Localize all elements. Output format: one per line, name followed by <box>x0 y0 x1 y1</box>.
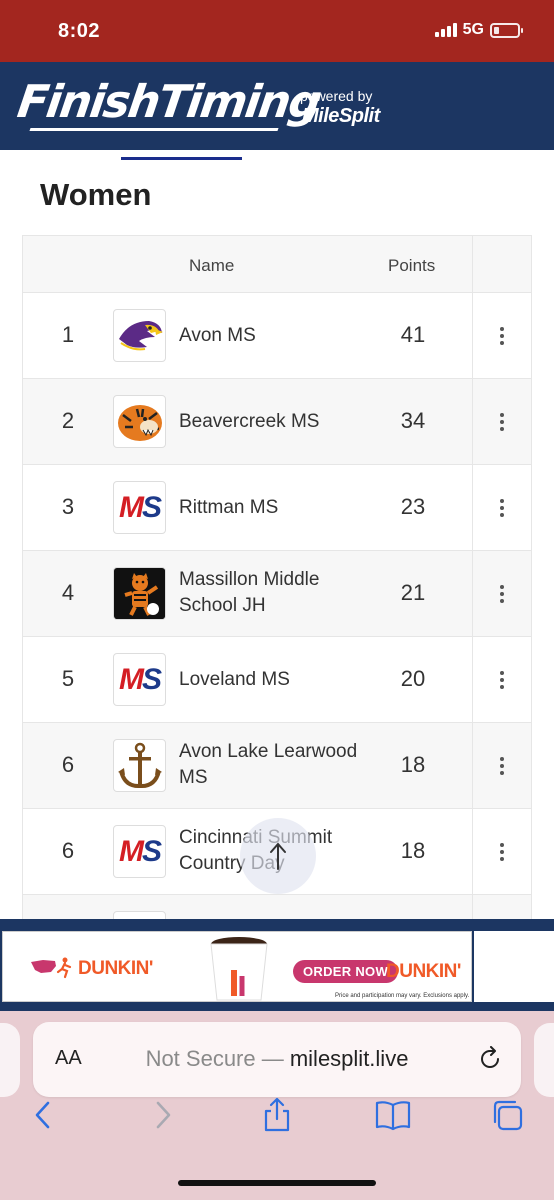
more-options-icon[interactable] <box>489 753 515 779</box>
team-name[interactable]: Rittman MS <box>179 495 369 521</box>
milesplit-logo[interactable]: MileSplit <box>302 105 380 128</box>
previous-tab-preview[interactable] <box>0 1023 20 1097</box>
standings-table: Name Points 1 Avon MS 41 2 Beavercreek M… <box>22 235 532 919</box>
table-row[interactable]: 5 MS Loveland MS 20 <box>23 637 531 723</box>
status-time: 8:02 <box>58 20 101 42</box>
site-header: FinishTiming powered by MileSplit <box>0 62 554 150</box>
points-cell: 18 <box>400 838 426 863</box>
table-row[interactable]: 4 Massillon Middle School JH 21 <box>23 551 531 637</box>
team-name[interactable]: Massillon Middle School JH <box>179 567 369 619</box>
more-options-icon[interactable] <box>489 495 515 521</box>
status-bar: 8:02 5G <box>0 0 554 62</box>
table-row[interactable]: 2 Beavercreek MS 34 <box>23 379 531 465</box>
status-indicators: 5G <box>434 21 523 39</box>
team-name[interactable]: Avon Lake Learwood MS <box>179 739 369 791</box>
bookmarks-icon[interactable] <box>375 1097 411 1133</box>
team-name[interactable]: Loveland MS <box>179 667 369 693</box>
tiger-mascot-logo <box>113 567 166 620</box>
rank-cell: 6 <box>61 838 75 863</box>
rank-cell: 1 <box>61 322 75 347</box>
dunkin-logo: DUNKIN' <box>78 958 153 979</box>
more-options-icon[interactable] <box>489 409 515 435</box>
column-header-name[interactable]: Name <box>189 256 234 276</box>
share-icon[interactable] <box>259 1097 295 1133</box>
usa-runner-icon <box>31 957 72 979</box>
rank-cell: 2 <box>61 408 75 433</box>
not-secure-label: Not Secure — <box>145 1046 290 1071</box>
dunkin-logo-secondary: DUNKIN' <box>386 961 461 982</box>
eagle-logo <box>113 309 166 362</box>
back-icon[interactable] <box>25 1097 61 1133</box>
forward-icon[interactable] <box>145 1097 181 1133</box>
points-cell: 34 <box>400 408 426 433</box>
points-cell: 41 <box>400 322 426 347</box>
team-logo-placeholder <box>113 911 166 919</box>
ad-side-panel <box>474 931 554 1002</box>
active-tab-indicator <box>121 157 242 160</box>
rank-cell: 5 <box>61 666 75 691</box>
points-cell: 21 <box>400 580 426 605</box>
column-header-points[interactable]: Points <box>388 256 435 276</box>
points-cell: 20 <box>400 666 426 691</box>
anchor-logo <box>113 739 166 792</box>
more-options-icon[interactable] <box>489 667 515 693</box>
page-title: Women <box>40 177 152 212</box>
team-name[interactable]: Beavercreek MS <box>179 409 369 435</box>
table-row[interactable]: 1 Avon MS 41 <box>23 293 531 379</box>
ms-logo: MS <box>113 825 166 878</box>
table-row[interactable] <box>23 895 531 919</box>
scroll-to-top-button[interactable] <box>240 818 316 894</box>
ms-logo: MS <box>113 653 166 706</box>
dunkin-ad-banner[interactable]: DUNKIN' ORDER NOW DUNKIN' Price and part… <box>2 931 472 1002</box>
address-bar[interactable]: AA Not Secure — milesplit.live <box>33 1022 521 1097</box>
home-indicator <box>178 1180 376 1186</box>
powered-by-label: powered by <box>300 88 373 104</box>
rank-cell: 6 <box>61 752 75 777</box>
points-cell: 18 <box>400 752 426 777</box>
more-options-icon[interactable] <box>489 839 515 865</box>
more-options-icon[interactable] <box>489 581 515 607</box>
ms-logo: MS <box>113 481 166 534</box>
team-name[interactable]: Avon MS <box>179 323 369 349</box>
rank-cell: 3 <box>61 494 75 519</box>
more-options-icon[interactable] <box>489 323 515 349</box>
url-host: milesplit.live <box>289 1046 409 1071</box>
order-now-button[interactable]: ORDER NOW <box>293 960 399 983</box>
battery-icon <box>490 22 523 38</box>
tiger-logo <box>113 395 166 448</box>
logo-underline <box>29 128 279 131</box>
table-header: Name Points <box>23 236 531 293</box>
network-type: 5G <box>462 21 484 38</box>
table-row[interactable]: 3 MS Rittman MS 23 <box>23 465 531 551</box>
reload-icon[interactable] <box>477 1046 503 1072</box>
coffee-cup-icon <box>210 937 268 1001</box>
column-divider <box>472 236 473 919</box>
tabs-icon[interactable] <box>490 1097 526 1133</box>
points-cell: 23 <box>400 494 426 519</box>
finishtiming-logo[interactable]: FinishTiming <box>14 75 323 128</box>
ad-fine-print: Price and participation may vary. Exclus… <box>335 993 470 999</box>
url-text[interactable]: Not Secure — milesplit.live <box>33 1046 521 1072</box>
rank-cell: 4 <box>61 580 75 605</box>
arrow-up-icon <box>270 842 286 870</box>
table-row[interactable]: 6 Avon Lake Learwood MS 18 <box>23 723 531 809</box>
signal-icon <box>434 23 457 37</box>
next-tab-preview[interactable] <box>534 1023 554 1097</box>
